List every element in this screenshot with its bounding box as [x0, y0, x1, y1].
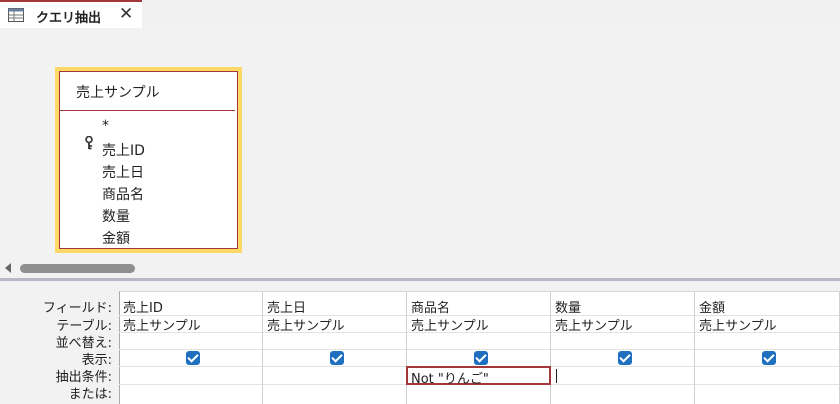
grid-table-cell[interactable]: 売上サンプル — [555, 315, 633, 334]
query-icon — [8, 8, 24, 22]
scroll-left-icon[interactable] — [5, 263, 11, 273]
field-list-item-amount[interactable]: 金額 — [102, 228, 130, 248]
criteria-input[interactable]: Not "りんご" — [406, 366, 551, 387]
show-checkbox[interactable] — [762, 351, 776, 365]
text-cursor — [556, 369, 557, 383]
table-field-list[interactable]: 売上サンプル * 売上ID 売上日 商品名 数量 金額 — [55, 67, 242, 253]
criteria-value: Not "りんご" — [411, 372, 489, 387]
grid-table-cell[interactable]: 売上サンプル — [699, 315, 777, 334]
scroll-thumb[interactable] — [20, 264, 135, 273]
query-design-pane: 売上サンプル * 売上ID 売上日 商品名 数量 金額 — [0, 28, 840, 260]
show-checkbox[interactable] — [618, 351, 632, 365]
primary-key-icon — [85, 136, 93, 150]
field-list-item-all[interactable]: * — [102, 118, 109, 134]
row-label-or: または: — [68, 387, 112, 402]
field-list-item-product-name[interactable]: 商品名 — [102, 184, 144, 204]
table-title-divider — [60, 110, 235, 111]
grid-field-cell[interactable]: 数量 — [555, 297, 581, 316]
horizontal-scrollbar[interactable] — [0, 260, 840, 278]
grid-field-cell[interactable]: 売上ID — [123, 297, 163, 316]
close-icon[interactable]: ✕ — [119, 4, 133, 24]
show-checkbox[interactable] — [330, 351, 344, 365]
tab-title: クエリ抽出 — [36, 11, 102, 26]
grid-field-cell[interactable]: 金額 — [699, 297, 725, 316]
row-label-field: フィールド: — [42, 301, 112, 316]
document-tab-bar: クエリ抽出 ✕ — [0, 0, 840, 28]
field-list-item-sales-id[interactable]: 売上ID — [102, 140, 145, 160]
field-list-item-sales-date[interactable]: 売上日 — [102, 162, 144, 182]
grid-field-cell[interactable]: 商品名 — [411, 297, 450, 316]
grid-table-cell[interactable]: 売上サンプル — [267, 315, 345, 334]
grid-field-cell[interactable]: 売上日 — [267, 297, 306, 316]
table-title[interactable]: 売上サンプル — [76, 82, 160, 102]
query-tab[interactable]: クエリ抽出 ✕ — [0, 0, 142, 28]
table-field-list-body: 売上サンプル * 売上ID 売上日 商品名 数量 金額 — [59, 71, 238, 249]
grid-table-cell[interactable]: 売上サンプル — [411, 315, 489, 334]
show-checkbox[interactable] — [474, 351, 488, 365]
field-list-item-quantity[interactable]: 数量 — [102, 206, 130, 226]
grid-table-cell[interactable]: 売上サンプル — [123, 315, 201, 334]
show-checkbox[interactable] — [186, 351, 200, 365]
